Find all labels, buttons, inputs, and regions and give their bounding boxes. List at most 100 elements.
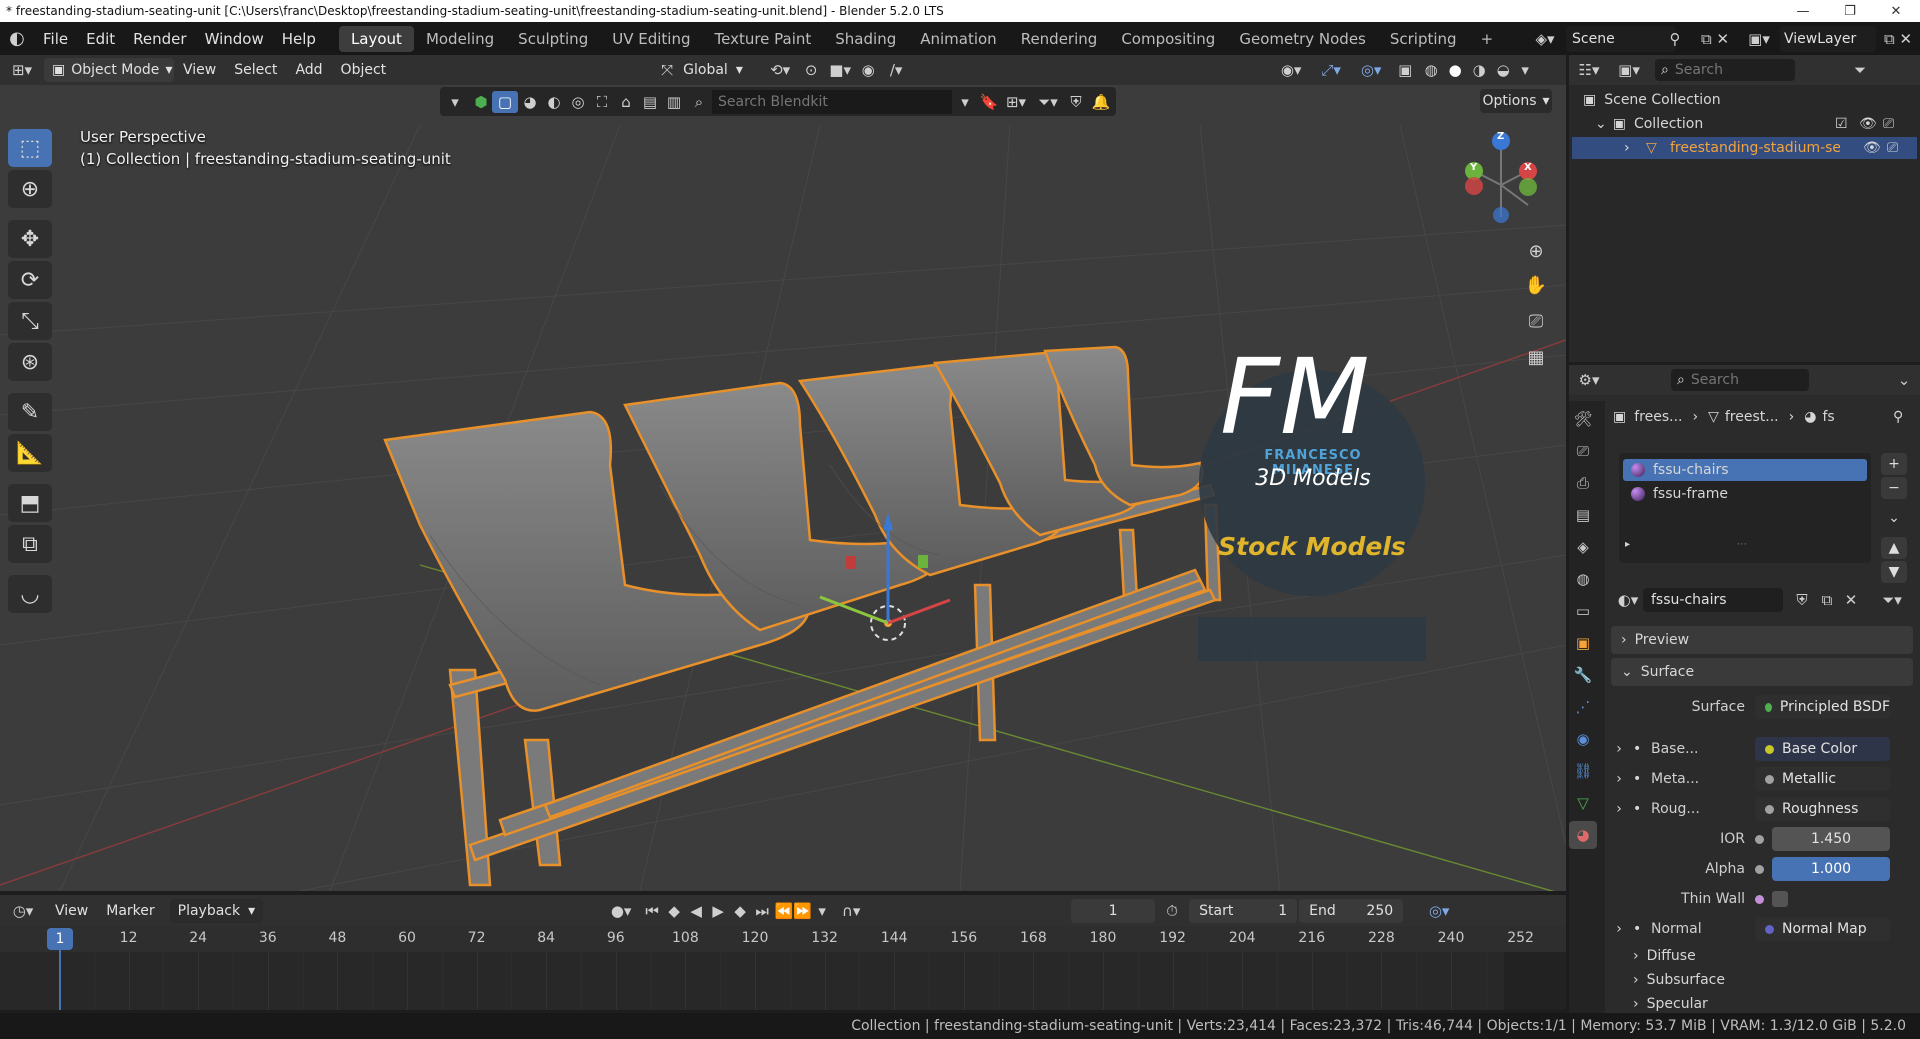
resize-handle-icon[interactable]: ⋯: [1737, 539, 1747, 550]
move-down-icon[interactable]: ▼: [1881, 561, 1907, 583]
outliner-search-field[interactable]: ⌕: [1655, 59, 1795, 81]
physics-tab-icon[interactable]: ◉: [1569, 725, 1597, 753]
chevron-right-icon[interactable]: ›: [1605, 801, 1633, 817]
curve-tool-icon[interactable]: ◡: [8, 575, 52, 613]
chevron-right-icon[interactable]: ›: [1605, 741, 1633, 757]
output-tab-icon[interactable]: ⎙: [1569, 469, 1597, 497]
material-browse-icon[interactable]: ◐▾: [1613, 591, 1643, 609]
remove-slot-icon[interactable]: −: [1881, 477, 1907, 499]
tab-animation[interactable]: Animation: [908, 26, 1008, 52]
zoom-icon[interactable]: ⊕: [1521, 235, 1551, 267]
object-tab-icon[interactable]: ▣: [1569, 629, 1597, 657]
tab-shading[interactable]: Shading: [823, 26, 908, 52]
view-layer-tab-icon[interactable]: ▤: [1569, 501, 1597, 529]
render-tab-icon[interactable]: ⎚: [1569, 437, 1597, 465]
snap-target-icon[interactable]: ■▾: [825, 61, 855, 79]
chevron-down-icon[interactable]: ▾: [813, 902, 831, 920]
object-row[interactable]: › ▽ freestanding-stadium-sea 👁 ⎚: [1572, 137, 1917, 159]
material-filter-icon[interactable]: ⏷▾: [1875, 591, 1909, 609]
new-scene-icon[interactable]: ⧉ ✕: [1690, 26, 1740, 52]
auto-keying-icon[interactable]: ●▾: [601, 902, 641, 920]
material-slot-item[interactable]: fssu-frame: [1623, 483, 1867, 505]
menu-help[interactable]: Help: [273, 22, 325, 55]
viewlayer-field[interactable]: ViewLayer: [1780, 26, 1876, 52]
duplicate-icon[interactable]: ⧉: [1815, 591, 1839, 609]
timeline-editor-icon[interactable]: ◷▾: [0, 902, 46, 920]
playhead-line[interactable]: [59, 950, 61, 1010]
scene-collection-row[interactable]: ▣ Scene Collection: [1583, 89, 1721, 111]
prev-keyframe-icon[interactable]: ◆: [663, 902, 685, 920]
tab-modeling[interactable]: Modeling: [414, 26, 506, 52]
asset-addon-icon[interactable]: ▥: [662, 93, 686, 111]
chevron-down-icon[interactable]: ▾: [952, 93, 978, 111]
eye-icon[interactable]: 👁: [1863, 140, 1881, 156]
menu-object[interactable]: Object: [332, 54, 396, 87]
asset-hdr-icon[interactable]: ◎: [566, 93, 590, 111]
scale-tool-icon[interactable]: ⤡: [8, 302, 52, 340]
shading-options-icon[interactable]: ▾: [1515, 61, 1535, 79]
measure-tool-icon[interactable]: 📐: [8, 434, 52, 472]
scene-tab-icon[interactable]: ◈: [1569, 533, 1597, 561]
timeline-overlay-icon[interactable]: ◎▾: [1419, 902, 1459, 920]
collection-row[interactable]: ⌄ ▣ Collection ☑ 👁 ⎚: [1595, 113, 1915, 135]
select-box-tool-icon[interactable]: ⬚: [8, 129, 52, 167]
menu-window[interactable]: Window: [196, 22, 273, 55]
new-viewlayer-icon[interactable]: ⧉ ✕: [1876, 26, 1920, 52]
outliner-editor-icon[interactable]: ☷▾: [1569, 61, 1609, 79]
xray-icon[interactable]: ▣: [1391, 61, 1419, 79]
transform-tool-icon[interactable]: ⊛: [8, 343, 52, 381]
proportional-editing-icon[interactable]: ◉: [855, 61, 881, 79]
tool-tab-icon[interactable]: 🛠: [1569, 405, 1597, 433]
chevron-down-icon[interactable]: ⌄: [1881, 507, 1907, 529]
minimize-button[interactable]: —: [1780, 0, 1826, 22]
roughness-field[interactable]: Roughness: [1755, 797, 1890, 821]
timeline-menu-marker[interactable]: Marker: [97, 894, 163, 927]
solid-shading-icon[interactable]: ●: [1443, 61, 1467, 79]
add-cube-tool-icon[interactable]: ⬒: [8, 484, 52, 522]
snap-icon[interactable]: ⊙: [797, 61, 825, 79]
asset-brush-icon[interactable]: ⌂: [614, 93, 638, 111]
chevron-down-icon[interactable]: ▾: [440, 93, 470, 111]
thin-wall-checkbox[interactable]: [1772, 891, 1788, 907]
asset-scene-icon[interactable]: ⛶: [590, 93, 614, 111]
tab-scripting[interactable]: Scripting: [1378, 26, 1469, 52]
particles-tab-icon[interactable]: ⋰: [1569, 693, 1597, 721]
hand-icon[interactable]: ✋: [1521, 267, 1551, 303]
timeline-area[interactable]: 12 24 36 48 60 72 84 96 108 120 132 144 156 168 180 192…: [0, 926, 1566, 1010]
options-button[interactable]: Options ▾: [1480, 89, 1552, 113]
play-icon[interactable]: ▶: [707, 902, 729, 920]
menu-edit[interactable]: Edit: [77, 22, 124, 55]
tab-rendering[interactable]: Rendering: [1009, 26, 1110, 52]
move-tool-icon[interactable]: ✥: [8, 220, 52, 258]
subsurface-subpanel[interactable]: › Subsurface: [1605, 968, 1920, 992]
gizmo-icon[interactable]: ⤢▾: [1311, 61, 1351, 79]
tab-layout[interactable]: Layout: [338, 25, 414, 52]
close-button[interactable]: ✕: [1873, 0, 1919, 22]
wireframe-shading-icon[interactable]: ◍: [1419, 61, 1443, 79]
snap-timeline-icon[interactable]: ∩▾: [831, 902, 871, 920]
bookmark-icon[interactable]: 🔖: [978, 93, 1000, 111]
asset-world-icon[interactable]: ◐: [542, 93, 566, 111]
playhead-frame[interactable]: 1: [47, 928, 73, 950]
properties-editor-icon[interactable]: ⚙▾: [1569, 371, 1609, 389]
chevron-down-icon[interactable]: ⌄: [1889, 371, 1919, 389]
end-frame-field[interactable]: End 250: [1299, 898, 1404, 923]
mode-selector[interactable]: ▣ Object Mode ▾: [44, 58, 174, 82]
play-reverse-icon[interactable]: ◀: [685, 902, 707, 920]
menu-view[interactable]: View: [174, 54, 225, 87]
notification-icon[interactable]: 🔔: [1088, 93, 1114, 111]
next-keyframe-icon[interactable]: ◆: [729, 902, 751, 920]
filter-icon[interactable]: ⏷▾: [1032, 93, 1064, 111]
jump-end-icon[interactable]: ⏭: [751, 902, 773, 920]
pivot-icon[interactable]: ⟲▾: [763, 61, 797, 79]
rendered-shading-icon[interactable]: ◒: [1491, 61, 1515, 79]
world-tab-icon[interactable]: ◍: [1569, 565, 1597, 593]
material-shading-icon[interactable]: ◑: [1467, 61, 1491, 79]
tab-geometry-nodes[interactable]: Geometry Nodes: [1227, 26, 1378, 52]
tab-compositing[interactable]: Compositing: [1109, 26, 1227, 52]
surface-shader-field[interactable]: Principled BSDF: [1755, 695, 1890, 719]
blendkit-logo-icon[interactable]: ⬢: [470, 93, 492, 111]
data-tab-icon[interactable]: ▽: [1569, 789, 1597, 817]
material-tab-icon[interactable]: ◕: [1569, 821, 1597, 849]
asset-model-icon[interactable]: ▢: [492, 90, 518, 113]
